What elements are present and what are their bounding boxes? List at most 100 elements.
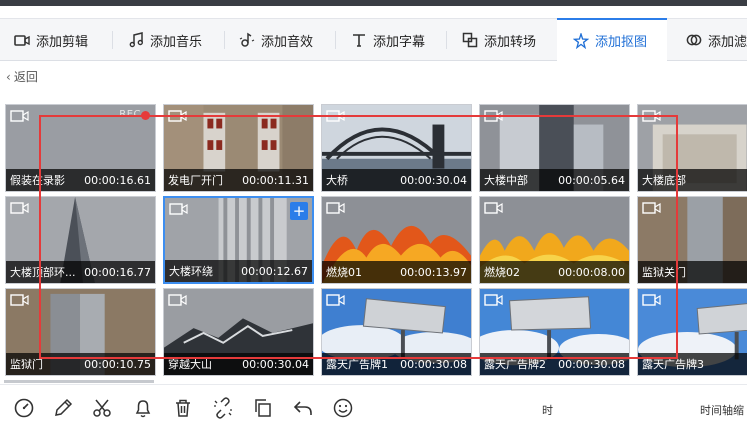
video-camera-icon xyxy=(168,294,187,306)
tab-add-clip[interactable]: 添加剪辑 xyxy=(14,19,88,61)
tab-label: 添加音效 xyxy=(261,34,314,50)
video-camera-icon xyxy=(10,110,29,122)
tile-name: 大楼环绕 xyxy=(169,265,213,278)
transition-icon xyxy=(462,32,478,48)
tile-caption: 露天广告牌3 xyxy=(638,353,747,375)
asset-tile[interactable]: 大桥 00:00:30.04 xyxy=(321,104,472,192)
tile-name: 监狱门 xyxy=(10,358,43,371)
tab-label: 添加剪辑 xyxy=(36,34,89,50)
sound-effect-icon xyxy=(239,32,255,48)
video-camera-icon xyxy=(168,110,187,122)
tab-label: 添加抠图 xyxy=(595,35,648,50)
add-to-timeline-button[interactable]: + xyxy=(290,202,308,220)
asset-tile[interactable]: 发电厂开门 00:00:11.31 xyxy=(163,104,314,192)
tile-name: 露天广告牌3 xyxy=(642,358,704,371)
tile-duration: 00:00:10.75 xyxy=(84,357,151,371)
scissors-icon[interactable] xyxy=(91,397,113,419)
back-button[interactable]: ‹ 返回 xyxy=(6,68,38,85)
tile-name: 穿越大山 xyxy=(168,358,212,371)
video-clip-icon xyxy=(14,32,30,48)
tile-duration: 00:00:30.08 xyxy=(400,357,467,371)
video-camera-icon xyxy=(326,202,345,214)
magic-star-icon xyxy=(573,32,589,49)
cutout-asset-grid: REC 假装在录影 00:00:16.61 发电厂开门 00:00:11.31 大桥… xyxy=(0,100,747,384)
tile-duration: 00:00:30.04 xyxy=(400,173,467,187)
undo-icon[interactable] xyxy=(292,397,314,419)
pencil-icon[interactable] xyxy=(52,397,74,419)
tile-caption: 假装在录影 00:00:16.61 xyxy=(6,169,155,191)
tile-caption: 燃烧01 00:00:13.97 xyxy=(322,261,471,283)
asset-tile[interactable]: 露天广告牌1 00:00:30.08 xyxy=(321,288,472,376)
tile-duration: 00:00:12.67 xyxy=(241,264,308,278)
trash-icon[interactable] xyxy=(172,397,194,419)
tile-duration: 00:00:30.04 xyxy=(242,357,309,371)
tile-name: 大楼底部 xyxy=(642,174,686,187)
video-camera-icon xyxy=(326,294,345,306)
copy-icon[interactable] xyxy=(252,397,274,419)
tab-divider xyxy=(335,31,336,49)
asset-tile[interactable]: 穿越大山 00:00:30.04 xyxy=(163,288,314,376)
time-label-partial: 时 xyxy=(542,404,553,417)
tile-name: 燃烧01 xyxy=(326,266,362,279)
tab-divider xyxy=(112,31,113,49)
tile-caption: 露天广告牌2 00:00:30.08 xyxy=(480,353,629,375)
asset-tile[interactable]: 燃烧02 00:00:08.00 xyxy=(479,196,630,284)
video-camera-icon xyxy=(10,202,29,214)
asset-tile[interactable]: REC 假装在录影 00:00:16.61 xyxy=(5,104,156,192)
tile-name: 发电厂开门 xyxy=(168,174,223,187)
grid-scrollbar[interactable] xyxy=(4,380,154,383)
tab-add-sound-effect[interactable]: 添加音效 xyxy=(239,19,313,61)
window-top-bar xyxy=(0,0,747,6)
video-camera-icon xyxy=(484,202,503,214)
video-camera-icon xyxy=(10,294,29,306)
video-camera-icon xyxy=(642,202,661,214)
tile-caption: 燃烧02 00:00:08.00 xyxy=(480,261,629,283)
asset-tile-selected[interactable]: + 大楼环绕 00:00:12.67 xyxy=(163,196,314,284)
asset-tile[interactable]: 燃烧01 00:00:13.97 xyxy=(321,196,472,284)
tile-name: 燃烧02 xyxy=(484,266,520,279)
unlink-icon[interactable] xyxy=(212,397,234,419)
tile-name: 监狱关门 xyxy=(642,266,686,279)
video-camera-icon xyxy=(484,110,503,122)
asset-tile[interactable]: 监狱门 00:00:10.75 xyxy=(5,288,156,376)
text-t-icon xyxy=(351,32,367,48)
tile-duration: 00:00:05.64 xyxy=(558,173,625,187)
tab-bar: 添加剪辑 添加音乐 添加音效 添加字幕 添加转场 添加抠图 添加滤 xyxy=(0,18,747,61)
tab-divider xyxy=(224,31,225,49)
tab-add-cutout[interactable]: 添加抠图 xyxy=(557,18,667,61)
video-camera-icon xyxy=(326,110,345,122)
speed-gauge-icon[interactable] xyxy=(13,397,35,419)
smiley-icon[interactable] xyxy=(332,397,354,419)
tile-name: 大楼中部 xyxy=(484,174,528,187)
tile-caption: 大楼底部 xyxy=(638,169,747,191)
tile-duration: 00:00:16.77 xyxy=(84,265,151,279)
asset-tile[interactable]: 露天广告牌2 00:00:30.08 xyxy=(479,288,630,376)
bell-icon[interactable] xyxy=(132,397,154,419)
tab-add-music[interactable]: 添加音乐 xyxy=(128,19,202,61)
tile-caption: 大楼顶部环... 00:00:16.77 xyxy=(6,261,155,283)
asset-tile[interactable]: 监狱关门 xyxy=(637,196,747,284)
tab-divider xyxy=(446,31,447,49)
video-camera-icon xyxy=(642,294,661,306)
tab-add-filter[interactable]: 添加滤 xyxy=(686,19,747,61)
asset-tile[interactable]: 大楼中部 00:00:05.64 xyxy=(479,104,630,192)
tile-caption: 露天广告牌1 00:00:30.08 xyxy=(322,353,471,375)
video-camera-icon xyxy=(642,110,661,122)
tile-caption: 监狱门 00:00:10.75 xyxy=(6,353,155,375)
tile-duration: 00:00:11.31 xyxy=(242,173,309,187)
tab-add-subtitle[interactable]: 添加字幕 xyxy=(351,19,425,61)
asset-tile[interactable]: 露天广告牌3 xyxy=(637,288,747,376)
video-camera-icon xyxy=(484,294,503,306)
tab-label: 添加字幕 xyxy=(373,34,426,50)
back-label: 返回 xyxy=(13,70,38,84)
tile-duration: 00:00:08.00 xyxy=(558,265,625,279)
timeline-zoom-label[interactable]: 时间轴缩 xyxy=(700,402,744,418)
tab-add-transition[interactable]: 添加转场 xyxy=(462,19,536,61)
tile-caption: 发电厂开门 00:00:11.31 xyxy=(164,169,313,191)
tile-name: 大楼顶部环... xyxy=(10,266,76,279)
tile-name: 露天广告牌1 xyxy=(326,358,388,371)
filter-icon xyxy=(686,32,702,48)
tile-name: 大桥 xyxy=(326,174,348,187)
asset-tile[interactable]: 大楼顶部环... 00:00:16.77 xyxy=(5,196,156,284)
asset-tile[interactable]: 大楼底部 xyxy=(637,104,747,192)
